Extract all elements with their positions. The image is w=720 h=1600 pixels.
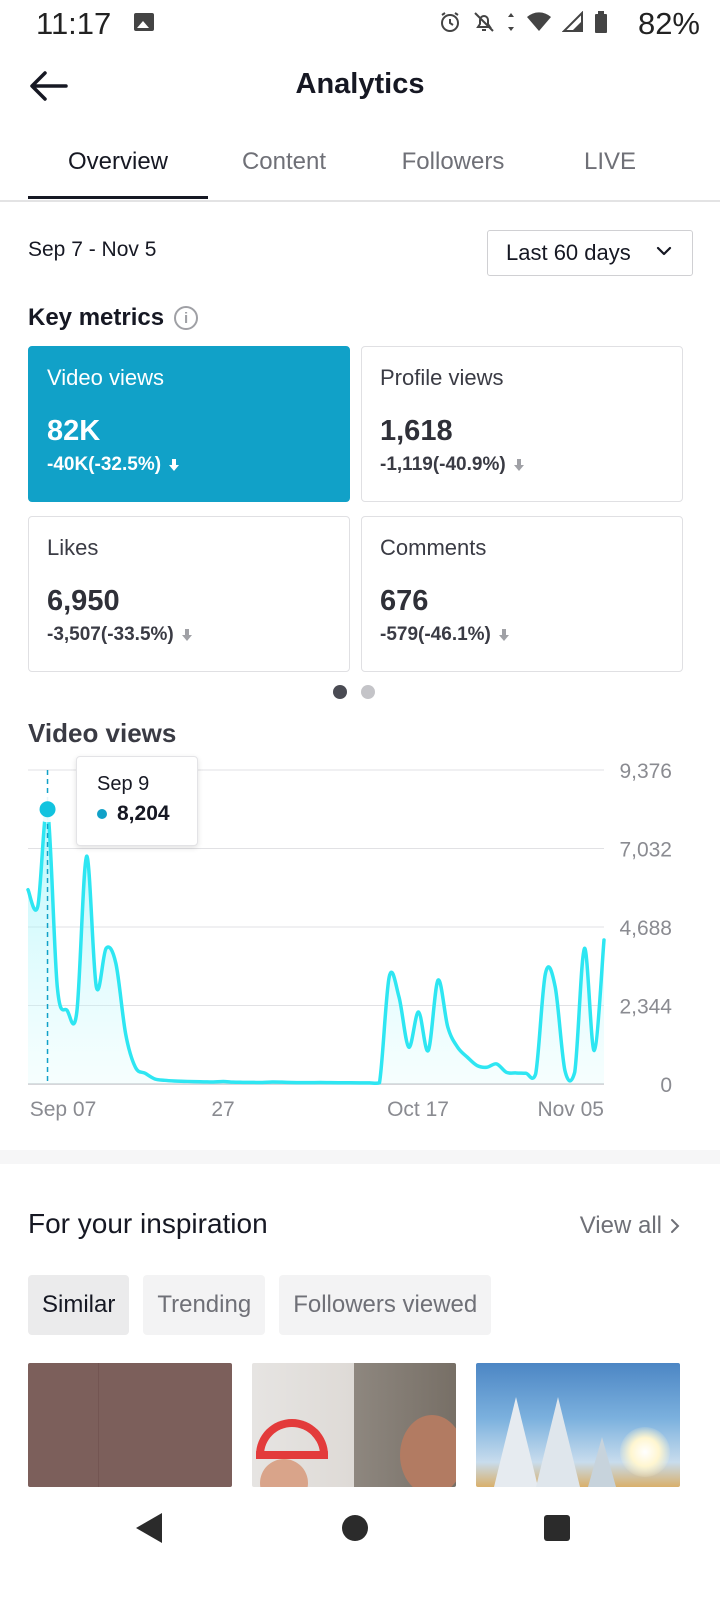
face-shape [260, 1459, 308, 1487]
video-thumbnail[interactable] [252, 1363, 456, 1487]
chart-tooltip: Sep 9 8,204 [76, 756, 198, 846]
chart-highlight-point[interactable] [39, 801, 56, 818]
pager-dot[interactable] [361, 685, 375, 699]
metric-change-text: -3,507(-33.5%) [47, 624, 174, 645]
metric-change: -1,119(-40.9%) [380, 454, 682, 476]
period-dropdown[interactable]: Last 60 days [487, 230, 693, 276]
data-arrows-icon [508, 13, 514, 31]
y-tick-label: 9,376 [619, 760, 672, 783]
metric-card-comments[interactable]: Comments 676 -579(-46.1%) [361, 516, 683, 672]
image-notification-icon [134, 13, 154, 31]
metric-value: 1,618 [380, 415, 453, 447]
metric-change: -579(-46.1%) [380, 624, 682, 646]
pager-dot-active[interactable] [333, 685, 347, 699]
inspiration-title: For your inspiration [28, 1208, 268, 1239]
nav-recents-icon[interactable] [544, 1515, 570, 1541]
tab-followers[interactable]: Followers [374, 148, 532, 176]
tooltip-value-row: 8,204 [97, 802, 197, 826]
page-title: Analytics [295, 68, 425, 100]
tree-shape [588, 1437, 616, 1487]
x-tick-label: Oct 17 [387, 1098, 449, 1121]
tooltip-value: 8,204 [117, 802, 170, 825]
header: Analytics [0, 56, 720, 116]
chip-trending[interactable]: Trending [143, 1275, 266, 1335]
system-nav-bar [0, 1487, 720, 1600]
metric-card-profile-views[interactable]: Profile views 1,618 -1,119(-40.9%) [361, 346, 683, 502]
video-thumbnail[interactable] [476, 1363, 680, 1487]
metric-change-text: -40K(-32.5%) [47, 454, 162, 475]
y-tick-label: 0 [660, 1074, 672, 1097]
sun-glow [620, 1427, 670, 1477]
tree-shape [536, 1397, 580, 1487]
chip-similar[interactable]: Similar [28, 1275, 130, 1335]
series-color-dot [97, 809, 107, 819]
metric-label: Likes [47, 535, 99, 560]
nav-home-icon[interactable] [342, 1515, 368, 1541]
alarm-icon [441, 12, 459, 32]
tab-content[interactable]: Content [208, 148, 360, 176]
face-shape [400, 1415, 456, 1487]
x-tick-label: Nov 05 [537, 1098, 604, 1121]
active-tab-indicator [28, 196, 208, 199]
metric-change-text: -579(-46.1%) [380, 624, 491, 645]
chevron-down-icon [656, 246, 672, 256]
metric-label: Profile views [380, 365, 504, 390]
y-tick-label: 2,344 [619, 996, 672, 1019]
y-tick-label: 4,688 [619, 917, 672, 940]
status-bar: 11:17 82% [0, 0, 720, 48]
tab-live[interactable]: LIVE [560, 148, 660, 176]
notifications-off-icon [474, 12, 494, 32]
metric-value: 676 [380, 585, 429, 617]
nav-back-icon[interactable] [136, 1513, 162, 1543]
heart-balloon-shape [256, 1419, 328, 1459]
pager-dots [333, 685, 375, 699]
chart-area-fill [28, 807, 604, 1084]
metric-label: Video views [47, 365, 164, 390]
info-icon[interactable]: i [174, 306, 199, 330]
view-all-link[interactable]: View all [580, 1212, 680, 1240]
x-tick-label: Sep 07 [30, 1098, 97, 1121]
metric-value: 6,950 [47, 585, 120, 617]
metric-label: Comments [380, 535, 487, 560]
tooltip-date: Sep 9 [97, 773, 150, 795]
section-divider [0, 1150, 720, 1164]
tab-overview[interactable]: Overview [28, 148, 208, 176]
chevron-right-icon [671, 1219, 680, 1233]
wifi-icon [527, 12, 551, 31]
metric-card-video-views[interactable]: Video views 82K -40K(-32.5%) [28, 346, 350, 502]
status-time: 11:17 [36, 6, 112, 41]
y-tick-label: 7,032 [619, 839, 672, 862]
metric-change: -3,507(-33.5%) [47, 624, 349, 646]
status-icons [438, 10, 608, 34]
period-dropdown-value: Last 60 days [506, 240, 631, 265]
video-thumbnail[interactable] [28, 1363, 232, 1487]
date-range: Sep 7 - Nov 5 [28, 238, 157, 261]
tree-shape [494, 1397, 538, 1487]
cell-signal-icon [562, 11, 583, 32]
metric-change-text: -1,119(-40.9%) [380, 454, 506, 475]
chip-followers-viewed[interactable]: Followers viewed [279, 1275, 492, 1335]
arrow-down-icon [169, 459, 180, 471]
metric-value: 82K [47, 415, 101, 447]
metric-change: -40K(-32.5%) [47, 454, 349, 476]
key-metrics-heading: Key metrics i [28, 304, 199, 332]
x-tick-label: 27 [211, 1098, 234, 1121]
tab-bar: Overview Content Followers LIVE [0, 136, 720, 202]
view-all-label: View all [579, 1212, 662, 1239]
battery-icon [595, 11, 607, 33]
arrow-down-icon [181, 629, 192, 641]
arrow-down-icon [498, 629, 509, 641]
inspiration-filter-chips: Similar Trending Followers viewed [28, 1275, 492, 1335]
key-metrics-title: Key metrics [28, 304, 165, 331]
metric-card-likes[interactable]: Likes 6,950 -3,507(-33.5%) [28, 516, 350, 672]
battery-percent: 82% [637, 6, 700, 41]
arrow-down-icon [513, 459, 524, 471]
chart-title: Video views [28, 718, 177, 748]
